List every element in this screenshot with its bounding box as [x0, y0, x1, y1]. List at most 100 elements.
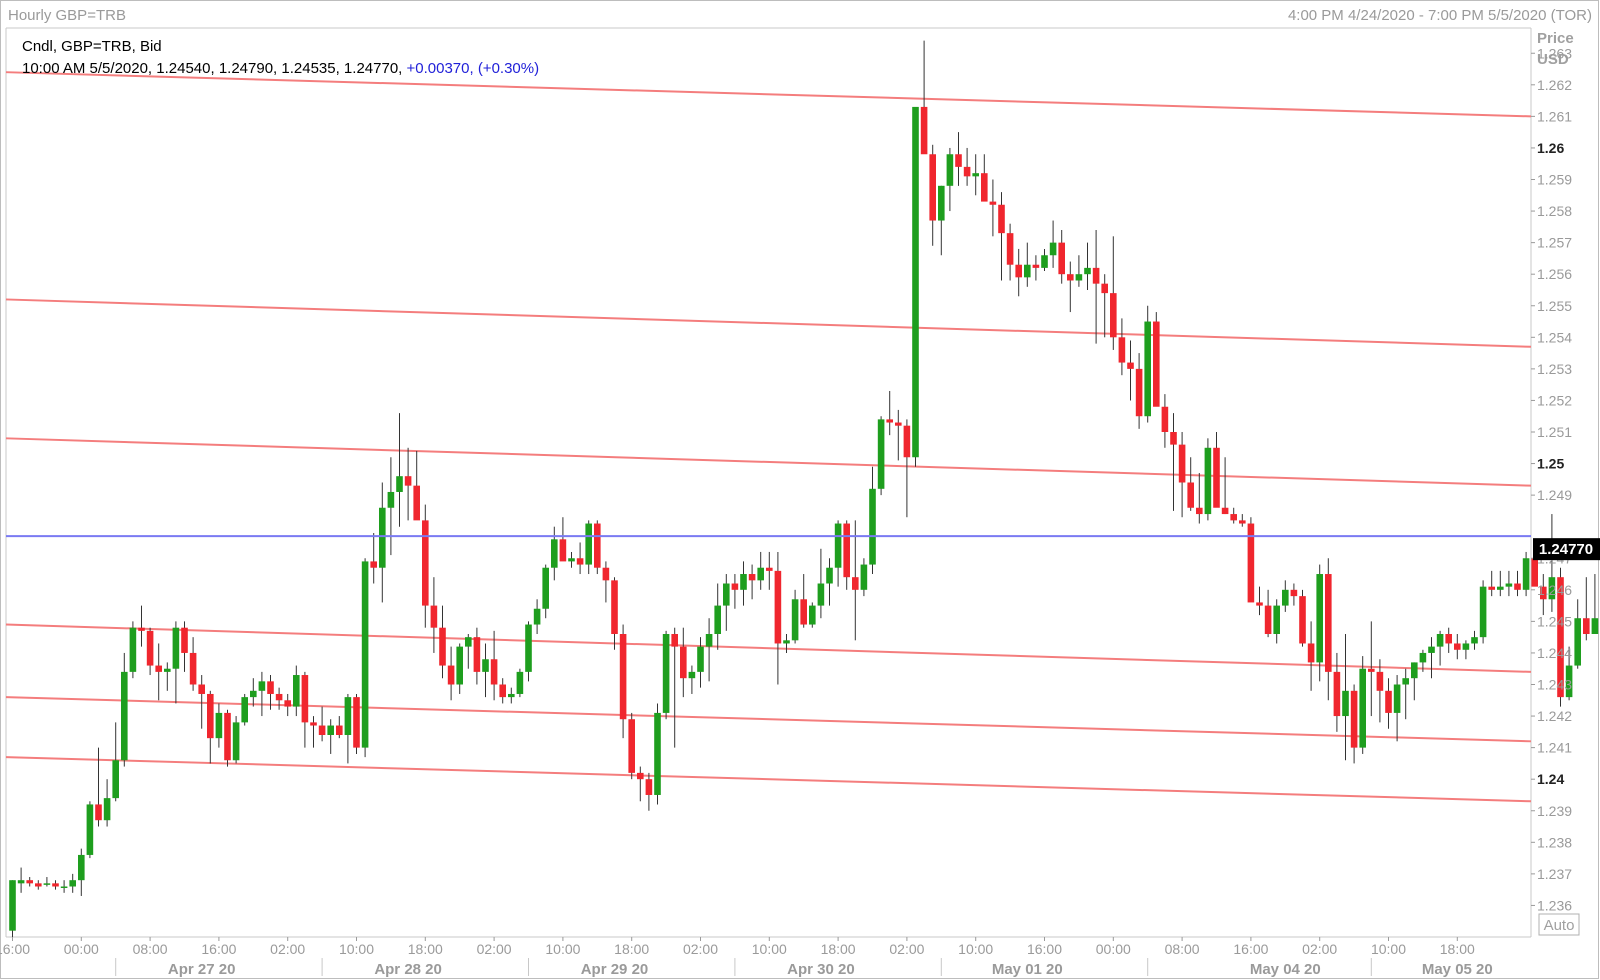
candle-body	[989, 201, 997, 205]
candle-body	[619, 634, 627, 720]
candle-body	[1583, 618, 1590, 634]
candle-body	[602, 567, 610, 581]
price-tick-label: 1.243	[1537, 677, 1572, 693]
candle-body	[17, 880, 25, 884]
candle-body	[1032, 264, 1040, 268]
candle-body	[1488, 586, 1495, 590]
candle-body	[1342, 690, 1349, 717]
candle-body	[396, 476, 403, 492]
candle-body	[353, 697, 360, 748]
candle-body	[1015, 264, 1022, 278]
candle-body	[533, 608, 541, 625]
candle-body	[1307, 643, 1315, 663]
candle-body	[1462, 643, 1470, 650]
candle-body	[413, 485, 420, 521]
candle-body	[310, 722, 317, 726]
candle-body	[1006, 233, 1014, 265]
candle-body	[284, 700, 291, 707]
time-tick-label: 10:00	[339, 941, 374, 957]
candle-body	[843, 523, 850, 578]
candle-body	[465, 637, 472, 647]
candle-body	[697, 646, 704, 672]
candle-body	[1067, 274, 1074, 281]
date-label: Apr 28 20	[374, 961, 442, 978]
candle-body	[1505, 583, 1513, 587]
candle-body	[172, 627, 180, 669]
candle-body	[439, 627, 446, 666]
candle-body	[1497, 586, 1504, 590]
candle-body	[155, 665, 162, 672]
candlestick-chart[interactable]: Hourly GBP=TRB 4:00 PM 4/24/2020 - 7:00 …	[0, 0, 1600, 980]
last-price-tag: 1.24770	[1533, 538, 1600, 561]
price-tick-label: 1.245	[1537, 613, 1572, 629]
candle-body	[1350, 690, 1358, 748]
candle-body	[1325, 574, 1332, 672]
price-tick-label: 1.263	[1537, 45, 1572, 61]
candle-body	[1049, 242, 1057, 256]
time-tick-label: 16:00	[0, 941, 30, 957]
candle-body	[1419, 652, 1427, 663]
last-price-label: 1.24770	[1539, 541, 1593, 558]
candle-body	[60, 886, 68, 888]
candle-body	[422, 520, 429, 606]
price-tick-label: 1.249	[1537, 487, 1572, 503]
candle	[1247, 517, 1255, 603]
candle-body	[1393, 684, 1401, 713]
candle-body	[809, 605, 816, 625]
candle-body	[1264, 605, 1272, 634]
candle-body	[817, 583, 825, 606]
candle	[1204, 438, 1212, 521]
auto-scale-button[interactable]: Auto	[1538, 913, 1580, 936]
candle	[9, 880, 16, 937]
candle	[1299, 589, 1306, 647]
price-tick-label: 1.252	[1537, 392, 1572, 408]
date-label: May 04 20	[1250, 961, 1321, 978]
candle-body	[791, 599, 799, 641]
price-tick-label: 1.244	[1537, 645, 1572, 661]
candle-body	[551, 539, 558, 568]
time-tick-label: 10:00	[958, 941, 993, 957]
time-tick-label: 18:00	[821, 941, 856, 957]
time-tick-label: 08:00	[133, 941, 168, 957]
candle-body	[1144, 321, 1151, 417]
candle	[877, 416, 885, 496]
date-label: Apr 29 20	[581, 961, 649, 978]
candle-body	[611, 580, 618, 634]
candle	[1479, 580, 1487, 644]
candle-body	[654, 712, 661, 795]
candle-body	[1204, 447, 1212, 515]
auto-button-label[interactable]: Auto	[1544, 917, 1575, 934]
time-tick-label: 10:00	[545, 941, 580, 957]
candle-body	[198, 684, 205, 694]
candle-body	[336, 725, 343, 735]
candle	[594, 520, 601, 575]
candle-body	[955, 154, 962, 167]
candle-body	[1479, 586, 1487, 638]
price-tick-label: 1.251	[1537, 424, 1572, 440]
price-tick-label: 1.261	[1537, 108, 1572, 124]
candle-body	[860, 564, 868, 590]
candle-body	[1333, 671, 1341, 717]
candle-body	[869, 488, 876, 565]
candle-body	[525, 624, 532, 672]
candle-body	[207, 693, 214, 739]
candle	[516, 668, 524, 698]
candle-body	[1428, 646, 1435, 653]
candle-body	[1522, 558, 1530, 590]
candle-body	[929, 154, 936, 221]
candle	[86, 801, 94, 859]
candle-body	[121, 671, 128, 761]
candle-body	[920, 106, 928, 155]
candle-body	[766, 567, 773, 571]
candle-body	[43, 883, 51, 885]
candle	[662, 630, 670, 720]
candle-body	[181, 627, 188, 653]
candle-body	[1368, 668, 1375, 672]
candle-body	[1187, 482, 1194, 508]
candle-body	[757, 567, 764, 581]
price-tick-label: 1.262	[1537, 77, 1572, 93]
candle-body	[1411, 662, 1418, 679]
candle-body	[1273, 605, 1280, 634]
candle-body	[705, 634, 713, 647]
date-label: May 05 20	[1422, 961, 1493, 978]
